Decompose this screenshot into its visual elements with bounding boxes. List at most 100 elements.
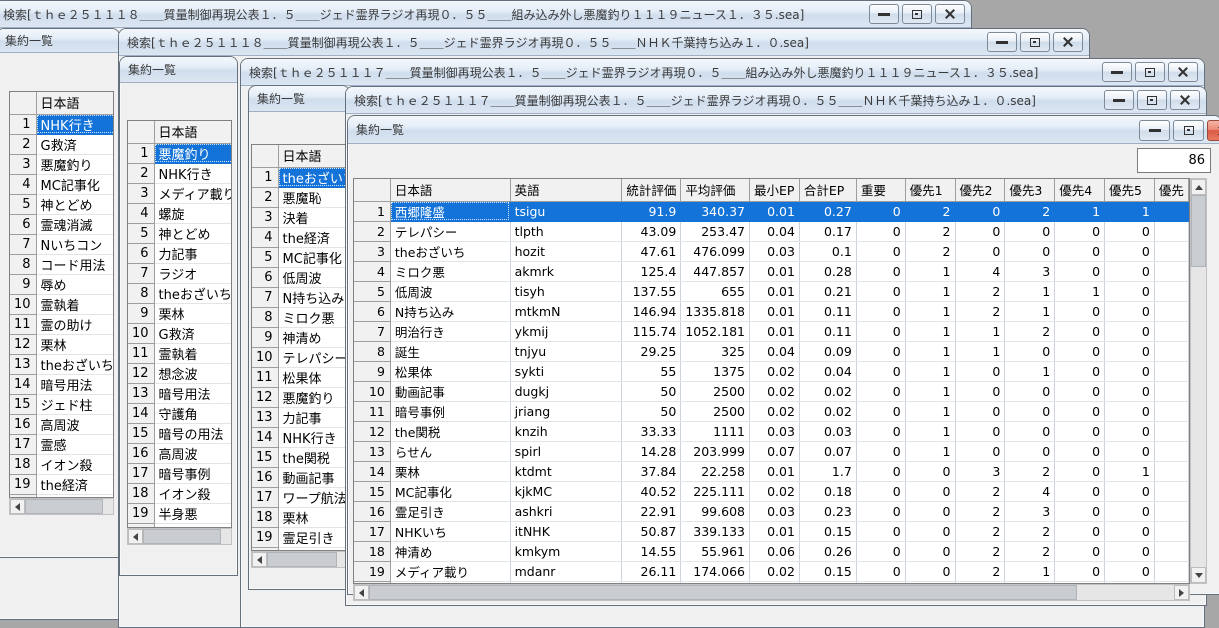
cell[interactable]: 47.61: [622, 241, 681, 261]
list-item[interactable]: 15ジェド柱: [10, 394, 114, 414]
cell-clipped[interactable]: [1154, 281, 1188, 301]
cell[interactable]: 0: [905, 521, 955, 541]
restore-button[interactable]: [1135, 62, 1165, 82]
cell[interactable]: 0.28: [799, 261, 856, 281]
cell[interactable]: 2: [905, 221, 955, 241]
cell[interactable]: 0: [905, 561, 955, 581]
cell[interactable]: 1: [905, 401, 955, 421]
table-row[interactable]: 18神清めkmkym14.5555.9610.060.26002200: [354, 541, 1189, 561]
column-header[interactable]: 最小EP: [749, 179, 799, 201]
cell[interactable]: 0.01: [749, 521, 799, 541]
cell[interactable]: 0.04: [749, 341, 799, 361]
cell[interactable]: knzih: [510, 421, 622, 441]
close-button[interactable]: [935, 4, 965, 24]
word-cell[interactable]: Nいちコン: [36, 234, 114, 254]
cell[interactable]: 松果体: [390, 361, 510, 381]
cell[interactable]: 2: [1005, 321, 1055, 341]
cell[interactable]: 0.18: [799, 481, 856, 501]
cell[interactable]: 1: [1105, 201, 1155, 221]
list-item[interactable]: 16高周波: [10, 414, 114, 434]
cell[interactable]: 0: [1055, 421, 1105, 441]
list-item[interactable]: 11霊執着: [128, 343, 232, 363]
cell[interactable]: 0.01: [749, 461, 799, 481]
cell[interactable]: itNHK: [510, 521, 622, 541]
list-item[interactable]: 5MC記事化: [252, 247, 351, 267]
cell[interactable]: 1: [1005, 301, 1055, 321]
cell[interactable]: 99.608: [681, 501, 750, 521]
cell-clipped[interactable]: [1154, 241, 1188, 261]
cell[interactable]: 174.066: [681, 561, 750, 581]
list-item[interactable]: 4MC記事化: [10, 174, 114, 194]
word-cell[interactable]: 霊執着: [154, 343, 232, 363]
cell[interactable]: 22.91: [622, 501, 681, 521]
cell[interactable]: 26.11: [622, 561, 681, 581]
list-item[interactable]: 8ミロク悪: [252, 307, 351, 327]
table-row[interactable]: 10動画記事dugkj5025000.020.02010000: [354, 381, 1189, 401]
list-item[interactable]: 14守護角: [128, 403, 232, 423]
word-cell[interactable]: 悪魔釣り: [36, 154, 114, 174]
cell[interactable]: 0.02: [799, 401, 856, 421]
scroll-left-button[interactable]: [128, 529, 143, 544]
cell[interactable]: 447.857: [681, 261, 750, 281]
horizontal-scrollbar[interactable]: [127, 528, 232, 545]
cell[interactable]: 0: [1105, 541, 1155, 561]
cell[interactable]: 2500: [681, 381, 750, 401]
cell[interactable]: 0: [955, 361, 1005, 381]
cell[interactable]: 2: [955, 501, 1005, 521]
cell[interactable]: 1: [955, 341, 1005, 361]
cell[interactable]: 339.133: [681, 521, 750, 541]
cell[interactable]: 0: [1105, 361, 1155, 381]
scrollbar-track[interactable]: [1191, 267, 1206, 567]
cell[interactable]: 2: [1005, 461, 1055, 481]
close-button[interactable]: [1207, 120, 1219, 141]
cell[interactable]: 0.06: [749, 541, 799, 561]
cell-clipped[interactable]: [1154, 301, 1188, 321]
column-header-japanese[interactable]: 日本語: [278, 145, 351, 167]
cell[interactable]: mdanr: [510, 561, 622, 581]
cell-clipped[interactable]: [1154, 421, 1188, 441]
cell[interactable]: 0.1: [799, 241, 856, 261]
word-cell[interactable]: メディア載り: [154, 183, 232, 203]
word-cell[interactable]: theおざいち: [36, 354, 114, 374]
table-row[interactable]: 8誕生tnjyu29.253250.040.09011000: [354, 341, 1189, 361]
list-item[interactable]: 7Nいちコン: [10, 234, 114, 254]
word-cell[interactable]: テレパシー: [278, 347, 351, 367]
scrollbar-thumb[interactable]: [1191, 195, 1206, 267]
word-cell[interactable]: 動画記事: [278, 467, 351, 487]
cell[interactable]: mtkmN: [510, 301, 622, 321]
table-row[interactable]: 19メディア載りmdanr26.11174.0660.020.15002100: [354, 561, 1189, 581]
cell[interactable]: 1: [1005, 361, 1055, 381]
list-item[interactable]: 18イオン殺: [128, 483, 232, 503]
cell[interactable]: 0: [955, 241, 1005, 261]
cell[interactable]: 暗号事例: [390, 401, 510, 421]
column-header[interactable]: 統計評価: [622, 179, 681, 201]
cell[interactable]: 0: [856, 321, 905, 341]
cell[interactable]: 1: [905, 381, 955, 401]
table-row[interactable]: 9松果体sykti5513750.020.04010100: [354, 361, 1189, 381]
word-cell[interactable]: 暗号用法: [36, 374, 114, 394]
list-item[interactable]: 18栗林: [252, 507, 351, 527]
word-cell[interactable]: 神とどめ: [154, 223, 232, 243]
cell[interactable]: 0.17: [799, 221, 856, 241]
cell[interactable]: 0.03: [749, 241, 799, 261]
cell[interactable]: 霊足引き: [390, 501, 510, 521]
cell[interactable]: 325: [681, 341, 750, 361]
titlebar-window-1[interactable]: 検索[ｔｈｅ２５１１１８＿＿質量制御再現公表１．５＿＿ジェド霊界ラジオ再現０．５…: [0, 1, 971, 28]
word-cell[interactable]: 神清め: [278, 327, 351, 347]
cell[interactable]: 0: [1105, 301, 1155, 321]
cell[interactable]: tsigu: [510, 201, 622, 221]
minimize-button[interactable]: [1104, 90, 1134, 110]
table-row[interactable]: 3theおざいちhozit47.61476.0990.030.1020000: [354, 241, 1189, 261]
word-cell[interactable]: the関税: [278, 447, 351, 467]
horizontal-scrollbar[interactable]: [9, 498, 114, 515]
list-item[interactable]: 2G救済: [10, 134, 114, 154]
column-header[interactable]: 合計EP: [799, 179, 856, 201]
cell[interactable]: 0.02: [749, 381, 799, 401]
cell[interactable]: 0: [1055, 221, 1105, 241]
cell-clipped[interactable]: [1154, 341, 1188, 361]
minimize-button[interactable]: [1139, 120, 1170, 141]
cell[interactable]: 476.099: [681, 241, 750, 261]
vertical-scrollbar[interactable]: [1190, 178, 1207, 584]
cell[interactable]: 神清め: [390, 541, 510, 561]
word-cell[interactable]: 霊執着: [36, 294, 114, 314]
